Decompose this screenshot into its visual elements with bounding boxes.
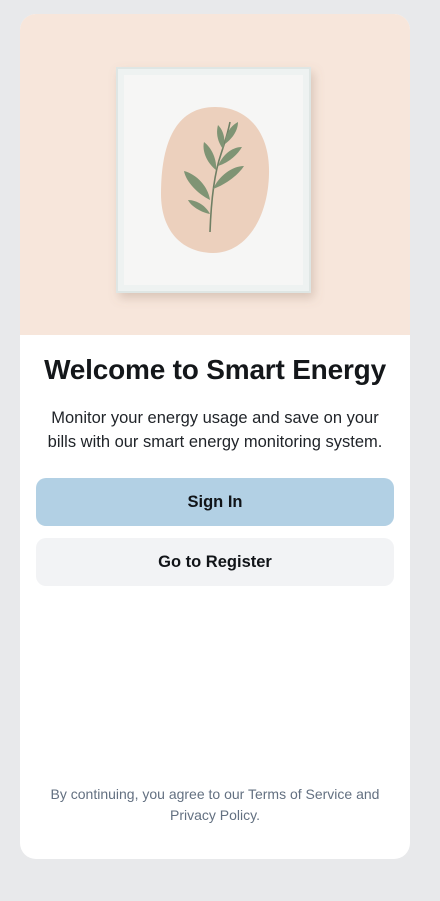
sign-in-button[interactable]: Sign In bbox=[36, 478, 394, 526]
legal-disclaimer: By continuing, you agree to our Terms of… bbox=[50, 786, 380, 823]
hero-banner bbox=[20, 14, 410, 335]
go-to-register-button[interactable]: Go to Register bbox=[36, 538, 394, 586]
page-subtitle: Monitor your energy usage and save on yo… bbox=[47, 409, 383, 451]
welcome-card: Welcome to Smart Energy Monitor your ene… bbox=[20, 14, 410, 859]
framed-leaf-artwork-icon bbox=[116, 67, 311, 293]
page-title: Welcome to Smart Energy bbox=[44, 354, 386, 385]
